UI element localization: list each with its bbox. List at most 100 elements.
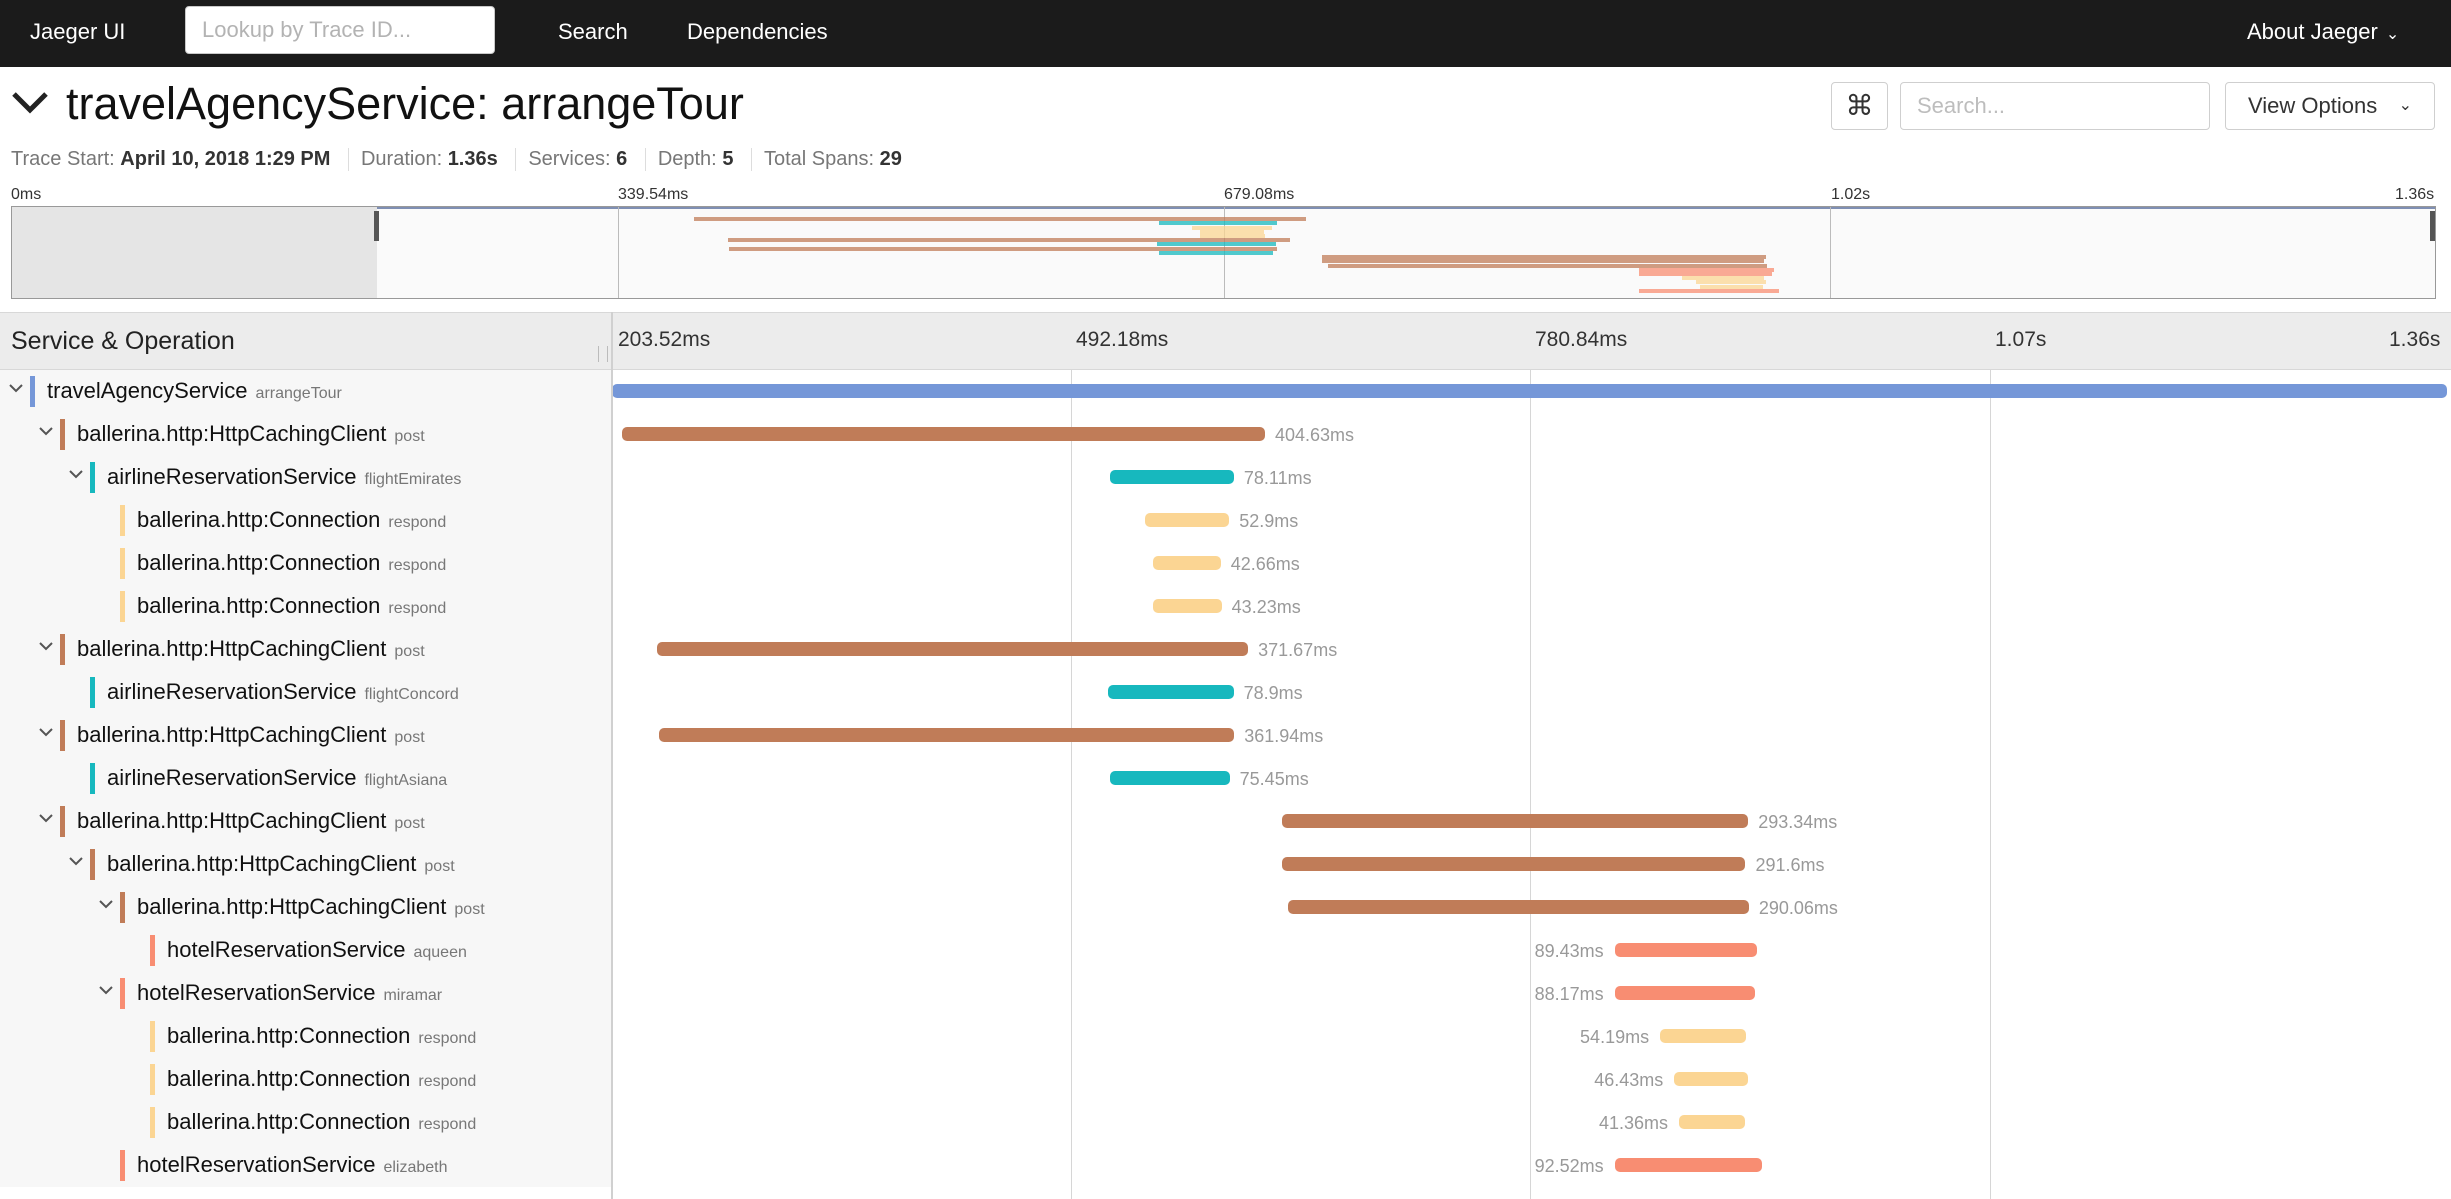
span-bar-airlinereservationservice[interactable] bbox=[1108, 685, 1234, 699]
span-service-label: ballerina.http:Connection respond bbox=[137, 550, 446, 576]
minimap-left-handle[interactable] bbox=[374, 211, 379, 241]
span-row[interactable]: ballerina.http:Connection respond 52.9ms bbox=[0, 499, 2451, 542]
span-name-cell[interactable]: ballerina.http:HttpCachingClient post bbox=[0, 628, 611, 671]
chevron-down-icon[interactable] bbox=[36, 722, 56, 742]
operation-name: aqueen bbox=[413, 944, 467, 961]
span-bar-ballerina-http-httpcachingclient[interactable] bbox=[621, 427, 1265, 441]
span-bar-ballerina-http-connection[interactable] bbox=[1152, 599, 1222, 613]
minimap-span-bar bbox=[1158, 250, 1273, 255]
span-bar-ballerina-http-httpcachingclient[interactable] bbox=[1287, 900, 1749, 914]
operation-name: respond bbox=[388, 557, 447, 574]
span-row[interactable]: ballerina.http:HttpCachingClient post 404.… bbox=[0, 413, 2451, 456]
operation-name: flightEmirates bbox=[364, 471, 462, 488]
span-name-cell[interactable]: airlineReservationService flightEmirates bbox=[0, 456, 611, 499]
span-service-label: airlineReservationService flightConcord bbox=[107, 679, 459, 705]
span-duration-label: 43.23ms bbox=[1231, 597, 1301, 617]
span-bar-ballerina-http-connection[interactable] bbox=[1152, 556, 1221, 570]
minimap-tick: 339.54ms bbox=[618, 186, 689, 203]
span-bar-ballerina-http-httpcachingclient[interactable] bbox=[658, 728, 1235, 742]
span-name-cell[interactable]: ballerina.http:Connection respond bbox=[0, 499, 611, 542]
chevron-down-icon[interactable] bbox=[36, 636, 56, 656]
chevron-down-icon[interactable] bbox=[6, 378, 26, 398]
span-row[interactable]: ballerina.http:HttpCachingClient post 361.… bbox=[0, 714, 2451, 757]
span-name-cell[interactable]: ballerina.http:Connection respond bbox=[0, 1101, 611, 1144]
span-bar-ballerina-http-connection[interactable] bbox=[1674, 1072, 1749, 1086]
service-color-marker bbox=[30, 376, 35, 407]
span-name-cell[interactable]: ballerina.http:Connection respond bbox=[0, 1058, 611, 1101]
span-bar-ballerina-http-httpcachingclient[interactable] bbox=[657, 642, 1249, 656]
span-row[interactable]: hotelReservationService miramar 88.17ms bbox=[0, 972, 2451, 1015]
span-row[interactable]: airlineReservationService flightConcord 78… bbox=[0, 671, 2451, 714]
span-name-cell[interactable]: ballerina.http:Connection respond bbox=[0, 542, 611, 585]
span-row[interactable]: ballerina.http:Connection respond 42.66ms bbox=[0, 542, 2451, 585]
chevron-down-icon[interactable] bbox=[66, 851, 86, 871]
span-bar-ballerina-http-httpcachingclient[interactable] bbox=[1281, 814, 1749, 828]
span-bar-hotelreservationservice[interactable] bbox=[1614, 943, 1757, 957]
span-bar-travelagencyservice[interactable] bbox=[612, 384, 2447, 398]
service-color-marker bbox=[150, 1107, 155, 1138]
brand-link[interactable]: Jaeger UI bbox=[30, 19, 125, 45]
span-bar-ballerina-http-connection[interactable] bbox=[1678, 1115, 1745, 1129]
operation-name: flightAsiana bbox=[364, 772, 448, 789]
span-bar-airlinereservationservice[interactable] bbox=[1109, 771, 1230, 785]
trace-meta: Trace Start: April 10, 2018 1:29 PM Dura… bbox=[11, 148, 914, 171]
span-name-cell[interactable]: ballerina.http:HttpCachingClient post bbox=[0, 800, 611, 843]
span-row[interactable]: ballerina.http:HttpCachingClient post 291.… bbox=[0, 843, 2451, 886]
span-name-cell[interactable]: airlineReservationService flightAsiana bbox=[0, 757, 611, 800]
span-row[interactable]: ballerina.http:HttpCachingClient post 290.… bbox=[0, 886, 2451, 929]
span-bar-ballerina-http-connection[interactable] bbox=[1660, 1029, 1747, 1043]
span-row[interactable]: ballerina.http:HttpCachingClient post 293.… bbox=[0, 800, 2451, 843]
span-name-cell[interactable]: hotelReservationService elizabeth bbox=[0, 1144, 611, 1187]
span-name-cell[interactable]: travelAgencyService arrangeTour bbox=[0, 370, 611, 413]
span-bar-hotelreservationservice[interactable] bbox=[1614, 986, 1755, 1000]
span-row[interactable]: ballerina.http:Connection respond 54.19ms bbox=[0, 1015, 2451, 1058]
service-color-marker bbox=[120, 548, 125, 579]
view-options-dropdown[interactable]: View Options ⌄ bbox=[2225, 82, 2435, 130]
span-name-cell[interactable]: airlineReservationService flightConcord bbox=[0, 671, 611, 714]
operation-name: post bbox=[394, 428, 425, 445]
span-row[interactable]: airlineReservationService flightEmirates 7… bbox=[0, 456, 2451, 499]
span-name-cell[interactable]: ballerina.http:Connection respond bbox=[0, 1015, 611, 1058]
chevron-down-icon[interactable] bbox=[36, 421, 56, 441]
about-jaeger-dropdown[interactable]: About Jaeger ⌄ bbox=[2247, 19, 2399, 45]
span-name-cell[interactable]: ballerina.http:Connection respond bbox=[0, 585, 611, 628]
trace-minimap[interactable] bbox=[11, 206, 2436, 299]
span-row[interactable]: travelAgencyService arrangeTour bbox=[0, 370, 2451, 413]
span-name-cell[interactable]: ballerina.http:HttpCachingClient post bbox=[0, 413, 611, 456]
span-name-cell[interactable]: hotelReservationService aqueen bbox=[0, 929, 611, 972]
column-resize-handle[interactable] bbox=[598, 346, 608, 362]
span-duration-label: 92.52ms bbox=[1534, 1156, 1604, 1176]
span-row[interactable]: hotelReservationService elizabeth 92.52ms bbox=[0, 1144, 2451, 1187]
span-bar-airlinereservationservice[interactable] bbox=[1109, 470, 1234, 484]
chevron-down-icon[interactable] bbox=[96, 894, 116, 914]
span-row[interactable]: ballerina.http:Connection respond 41.36ms bbox=[0, 1101, 2451, 1144]
service-color-marker bbox=[120, 591, 125, 622]
nav-dependencies-link[interactable]: Dependencies bbox=[687, 19, 828, 45]
span-service-label: ballerina.http:HttpCachingClient post bbox=[77, 722, 425, 748]
chevron-down-icon[interactable] bbox=[66, 464, 86, 484]
nav-search-link[interactable]: Search bbox=[558, 19, 628, 45]
span-bar-ballerina-http-connection[interactable] bbox=[1145, 513, 1230, 527]
chevron-down-icon[interactable] bbox=[96, 980, 116, 1000]
span-service-label: ballerina.http:HttpCachingClient post bbox=[107, 851, 455, 877]
trace-id-lookup-input[interactable] bbox=[185, 6, 495, 54]
span-row[interactable]: ballerina.http:Connection respond 46.43ms bbox=[0, 1058, 2451, 1101]
span-row[interactable]: ballerina.http:HttpCachingClient post 371.… bbox=[0, 628, 2451, 671]
span-name-cell[interactable]: ballerina.http:HttpCachingClient post bbox=[0, 886, 611, 929]
service-color-marker bbox=[120, 978, 125, 1009]
minimap-right-handle[interactable] bbox=[2430, 211, 2435, 241]
span-name-cell[interactable]: ballerina.http:HttpCachingClient post bbox=[0, 714, 611, 757]
trace-search-input[interactable] bbox=[1900, 82, 2210, 130]
span-bar-hotelreservationservice[interactable] bbox=[1614, 1158, 1762, 1172]
collapse-trace-icon[interactable] bbox=[10, 88, 50, 118]
chevron-down-icon[interactable] bbox=[36, 808, 56, 828]
span-name-cell[interactable]: ballerina.http:HttpCachingClient post bbox=[0, 843, 611, 886]
column-divider[interactable] bbox=[611, 312, 613, 1199]
span-row[interactable]: hotelReservationService aqueen 89.43ms bbox=[0, 929, 2451, 972]
service-name: ballerina.http:HttpCachingClient bbox=[107, 851, 417, 876]
span-bar-ballerina-http-httpcachingclient[interactable] bbox=[1281, 857, 1746, 871]
span-row[interactable]: airlineReservationService flightAsiana 75.… bbox=[0, 757, 2451, 800]
span-name-cell[interactable]: hotelReservationService miramar bbox=[0, 972, 611, 1015]
span-row[interactable]: ballerina.http:Connection respond 43.23ms bbox=[0, 585, 2451, 628]
keyboard-shortcuts-button[interactable]: ⌘ bbox=[1831, 82, 1888, 130]
